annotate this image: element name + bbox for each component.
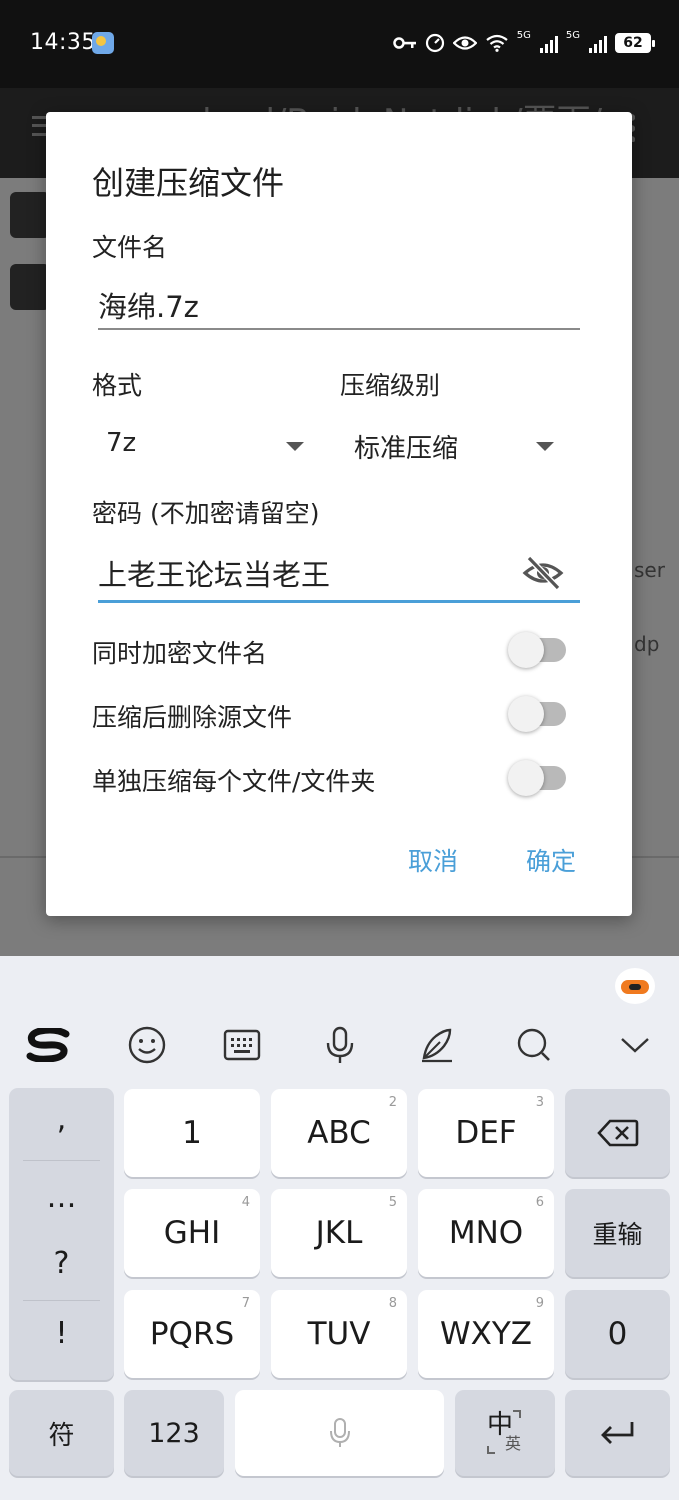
signal-icon — [539, 33, 558, 53]
level-label: 压缩级别 — [340, 371, 441, 400]
handwriting-icon[interactable] — [412, 1022, 462, 1068]
password-label: 密码 (不加密请留空) — [92, 499, 320, 528]
divider — [23, 1300, 100, 1301]
wifi-icon — [486, 34, 508, 52]
format-select[interactable]: 7z — [92, 412, 312, 472]
bracket-mark — [487, 1446, 495, 1454]
filename-input[interactable]: 海绵.7z — [98, 284, 199, 326]
key-label: ABC — [307, 1115, 371, 1151]
symbol-key[interactable]: , — [9, 1102, 114, 1137]
key-label: PQRS — [149, 1316, 235, 1352]
symbol-key[interactable]: … — [9, 1180, 114, 1215]
key-icon — [393, 37, 416, 49]
key-abc[interactable]: ABC 2 — [271, 1089, 407, 1177]
key-number: 5 — [388, 1195, 397, 1210]
key-label: TUV — [307, 1316, 371, 1352]
symbol-toggle-key[interactable]: 符 — [9, 1390, 114, 1476]
backspace-icon — [596, 1119, 638, 1147]
signal-icon-2 — [589, 33, 607, 53]
dropdown-arrow-icon — [536, 442, 554, 451]
divider — [23, 1160, 100, 1161]
dropdown-arrow-icon — [286, 442, 304, 451]
filename-underline — [98, 328, 580, 330]
lang-en-label: 英 — [505, 1434, 522, 1453]
enter-key[interactable] — [565, 1390, 670, 1476]
language-switch-key[interactable]: 中 英 — [455, 1390, 555, 1476]
key-number: 9 — [535, 1296, 544, 1311]
level-select-value: 标准压缩 — [354, 434, 459, 464]
key-number: 8 — [388, 1296, 397, 1311]
number-toggle-key[interactable]: 123 — [124, 1390, 224, 1476]
level-select[interactable]: 标准压缩 — [340, 412, 570, 472]
network-type: 5G — [516, 29, 531, 41]
key-number: 2 — [388, 1095, 397, 1110]
toggle-label: 单独压缩每个文件/文件夹 — [92, 767, 376, 796]
key-label: GHI — [163, 1215, 221, 1251]
key-1[interactable]: 1 — [124, 1089, 260, 1177]
mascot-icon[interactable] — [615, 968, 655, 1004]
delete-source-toggle[interactable] — [508, 696, 568, 732]
key-label: MNO — [448, 1215, 524, 1251]
reinput-key[interactable]: 重输 — [565, 1189, 670, 1277]
chevron-down-icon[interactable] — [610, 1022, 660, 1068]
folder-icon — [10, 192, 50, 238]
emoji-icon[interactable] — [122, 1022, 172, 1068]
microphone-icon[interactable] — [315, 1022, 365, 1068]
create-archive-dialog: 创建压缩文件 文件名 海绵.7z 格式 压缩级别 7z 标准压缩 密码 (不加密… — [46, 112, 632, 916]
battery-icon: 62 — [615, 33, 655, 53]
bracket-mark — [513, 1410, 521, 1418]
sogou-logo-icon[interactable] — [24, 1022, 74, 1068]
dialog-title: 创建压缩文件 — [92, 164, 285, 202]
space-key[interactable] — [235, 1390, 444, 1476]
password-input[interactable]: 上老王论坛当老王 — [98, 552, 330, 594]
key-def[interactable]: DEF 3 — [418, 1089, 554, 1177]
key-wxyz[interactable]: WXYZ 9 — [418, 1290, 554, 1378]
key-jkl[interactable]: JKL 5 — [271, 1189, 407, 1277]
cancel-button[interactable]: 取消 — [408, 842, 458, 878]
filename-label: 文件名 — [92, 233, 168, 262]
keyboard-icon[interactable] — [217, 1022, 267, 1068]
backspace-key[interactable] — [565, 1089, 670, 1177]
key-label: DEF — [455, 1115, 517, 1151]
status-time: 14:35 — [30, 30, 96, 55]
speedometer-icon — [425, 33, 444, 53]
key-number: 4 — [241, 1195, 250, 1210]
password-underline — [98, 600, 580, 603]
key-number: 7 — [241, 1296, 250, 1311]
background-snippet: ser — [634, 558, 665, 582]
network-type-2: 5G — [565, 29, 580, 41]
status-bar: 14:35 5G 5G 62 — [0, 0, 679, 88]
encrypt-filenames-toggle[interactable] — [508, 632, 568, 668]
symbol-key[interactable]: ! — [9, 1316, 114, 1351]
format-select-value: 7z — [106, 428, 137, 458]
key-mno[interactable]: MNO 6 — [418, 1189, 554, 1277]
key-number: 6 — [535, 1195, 544, 1210]
toggle-label: 压缩后删除源文件 — [92, 703, 293, 732]
weather-icon — [92, 32, 114, 54]
key-number: 3 — [535, 1095, 544, 1110]
microphone-icon — [329, 1418, 350, 1447]
symbol-key[interactable]: ? — [9, 1246, 114, 1281]
format-label: 格式 — [92, 371, 143, 400]
ok-button[interactable]: 确定 — [526, 842, 576, 878]
key-label: WXYZ — [439, 1316, 533, 1352]
background-snippet: dp — [634, 632, 660, 656]
search-icon[interactable] — [509, 1022, 559, 1068]
symbol-column[interactable]: , … ? ! — [9, 1088, 114, 1380]
status-icons: 5G 5G 62 — [393, 29, 655, 56]
key-pqrs[interactable]: PQRS 7 — [124, 1290, 260, 1378]
separate-archives-toggle[interactable] — [508, 760, 568, 796]
visibility-off-icon[interactable] — [522, 552, 564, 594]
toggle-label: 同时加密文件名 — [92, 639, 268, 668]
key-label: JKL — [315, 1215, 363, 1251]
key-ghi[interactable]: GHI 4 — [124, 1189, 260, 1277]
eye-icon — [452, 36, 477, 50]
key-label: 1 — [182, 1115, 202, 1151]
key-0[interactable]: 0 — [565, 1290, 670, 1378]
folder-icon — [10, 264, 50, 310]
key-tuv[interactable]: TUV 8 — [271, 1290, 407, 1378]
enter-icon — [600, 1422, 633, 1444]
